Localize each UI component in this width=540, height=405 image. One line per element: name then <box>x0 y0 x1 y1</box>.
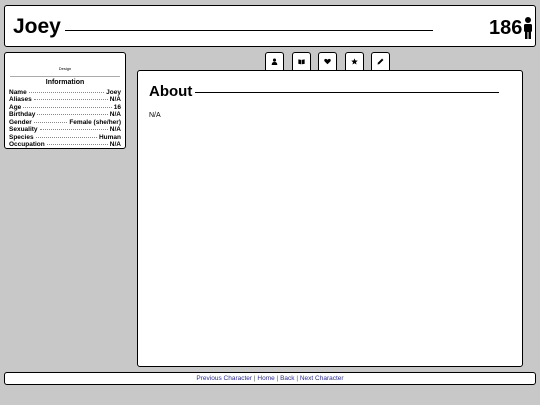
pencil-icon <box>377 58 384 65</box>
nav-separator: | <box>296 375 299 382</box>
info-value: N/A <box>109 141 121 148</box>
page-header: Joey 186 <box>4 5 536 47</box>
info-label: Name <box>9 88 27 96</box>
back-link[interactable]: Back <box>280 375 294 382</box>
star-icon <box>350 58 358 65</box>
info-value: N/A <box>109 96 121 103</box>
person-icon <box>524 17 532 39</box>
book-icon <box>297 59 305 65</box>
info-label: Birthday <box>9 111 36 118</box>
tab-star[interactable] <box>344 52 364 70</box>
info-value: Female (she/her) <box>69 118 121 126</box>
section-body: N/A <box>149 112 161 119</box>
info-label: Gender <box>9 118 32 126</box>
info-row-occupation: Occupation N/A <box>9 141 121 149</box>
character-name: Joey <box>13 15 61 38</box>
info-label: Age <box>9 103 22 111</box>
info-sidebar: Design Information Name Joey Aliases N/A A… <box>4 52 126 149</box>
footer-nav: Previous Character | Home | Back | Next … <box>4 372 536 385</box>
title-divider <box>195 92 499 93</box>
user-icon <box>271 58 278 65</box>
character-number: 186 <box>489 17 523 39</box>
header-divider <box>65 30 433 31</box>
nav-separator: | <box>276 375 279 382</box>
nav-separator: | <box>253 375 256 382</box>
info-value: 16 <box>113 103 121 111</box>
next-character-link[interactable]: Next Character <box>300 375 344 382</box>
info-label: Aliases <box>9 96 32 103</box>
home-link[interactable]: Home <box>257 375 274 382</box>
info-value: Joey <box>106 88 121 96</box>
design-label: Design <box>58 66 72 71</box>
information-heading: Information <box>45 79 85 86</box>
info-value: Human <box>98 133 121 141</box>
heart-icon <box>324 58 331 65</box>
content-panel: About N/A <box>137 70 523 367</box>
section-title: About <box>149 83 193 100</box>
info-label: Sexuality <box>9 126 38 133</box>
info-value: N/A <box>109 111 121 118</box>
info-label: Occupation <box>9 141 45 148</box>
previous-character-link[interactable]: Previous Character <box>196 375 252 382</box>
sidebar-divider <box>10 76 120 77</box>
tab-book[interactable] <box>291 52 311 70</box>
info-value: N/A <box>109 126 121 133</box>
tab-profile[interactable] <box>265 52 284 70</box>
tab-heart[interactable] <box>318 52 337 70</box>
tab-edit[interactable] <box>371 52 390 70</box>
info-label: Species <box>9 133 34 141</box>
